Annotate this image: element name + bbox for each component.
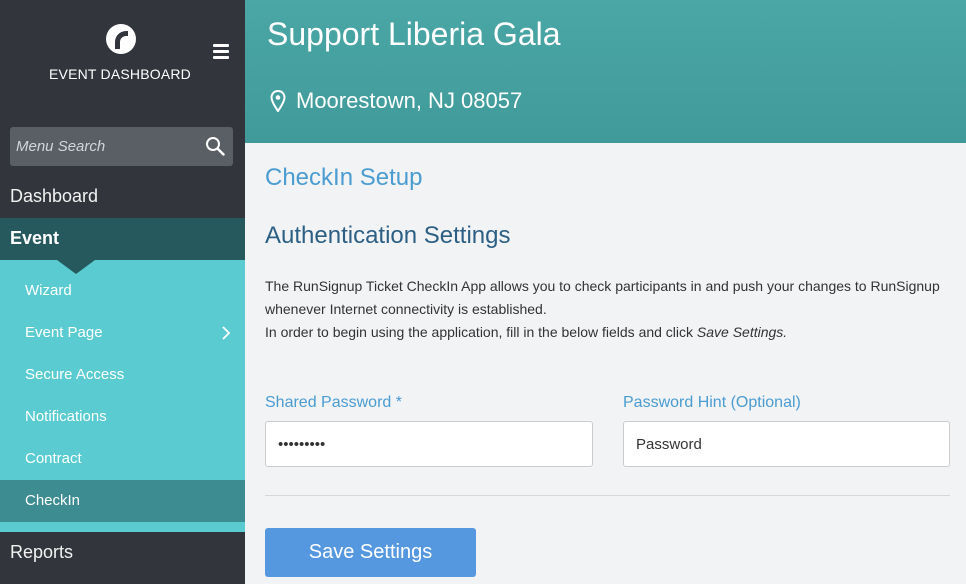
submenu-item-event-page[interactable]: Event Page (0, 312, 245, 354)
submenu-item-label: Event Page (25, 324, 103, 341)
hamburger-menu-icon[interactable] (213, 44, 229, 60)
logo-mark-icon (115, 31, 128, 49)
sidebar: EVENT DASHBOARD Dashboard Event Wizard E… (0, 0, 245, 584)
description-line-1: The RunSignup Ticket CheckIn App allows … (265, 278, 940, 317)
submenu-item-notifications[interactable]: Notifications (0, 396, 245, 438)
nav-reports[interactable]: Reports (0, 532, 245, 574)
section-title: CheckIn Setup (265, 164, 423, 191)
chevron-right-icon (222, 326, 231, 340)
main-content: CheckIn Setup Authentication Settings Th… (245, 143, 966, 584)
password-hint-field[interactable] (623, 421, 950, 467)
password-hint-label: Password Hint (Optional) (623, 394, 801, 411)
dashboard-title: EVENT DASHBOARD (49, 66, 191, 82)
submenu-item-wizard[interactable]: Wizard (0, 270, 245, 312)
divider (265, 495, 950, 496)
active-indicator-arrow (57, 260, 95, 274)
menu-search (10, 127, 233, 166)
search-icon[interactable] (205, 136, 225, 156)
submenu-item-contract[interactable]: Contract (0, 438, 245, 480)
map-pin-icon (270, 90, 286, 112)
shared-password-field[interactable] (265, 421, 593, 467)
nav-dashboard[interactable]: Dashboard (0, 176, 245, 218)
menu-search-input[interactable] (16, 135, 196, 157)
shared-password-label: Shared Password * (265, 394, 402, 411)
submenu-item-checkin[interactable]: CheckIn (0, 480, 245, 522)
event-title: Support Liberia Gala (267, 16, 561, 52)
description-emphasis: Save Settings. (696, 324, 788, 340)
subsection-title: Authentication Settings (265, 222, 511, 249)
description: The RunSignup Ticket CheckIn App allows … (265, 275, 955, 344)
description-line-2: In order to begin using the application,… (265, 324, 697, 340)
save-settings-button[interactable]: Save Settings (265, 528, 476, 577)
nav-event[interactable]: Event (0, 218, 245, 260)
event-header: Support Liberia Gala Moorestown, NJ 0805… (245, 0, 966, 143)
submenu-item-secure-access[interactable]: Secure Access (0, 354, 245, 396)
logo[interactable] (106, 24, 136, 54)
event-submenu: Wizard Event Page Secure Access Notifica… (0, 260, 245, 532)
location-text: Moorestown, NJ 08057 (296, 88, 523, 113)
